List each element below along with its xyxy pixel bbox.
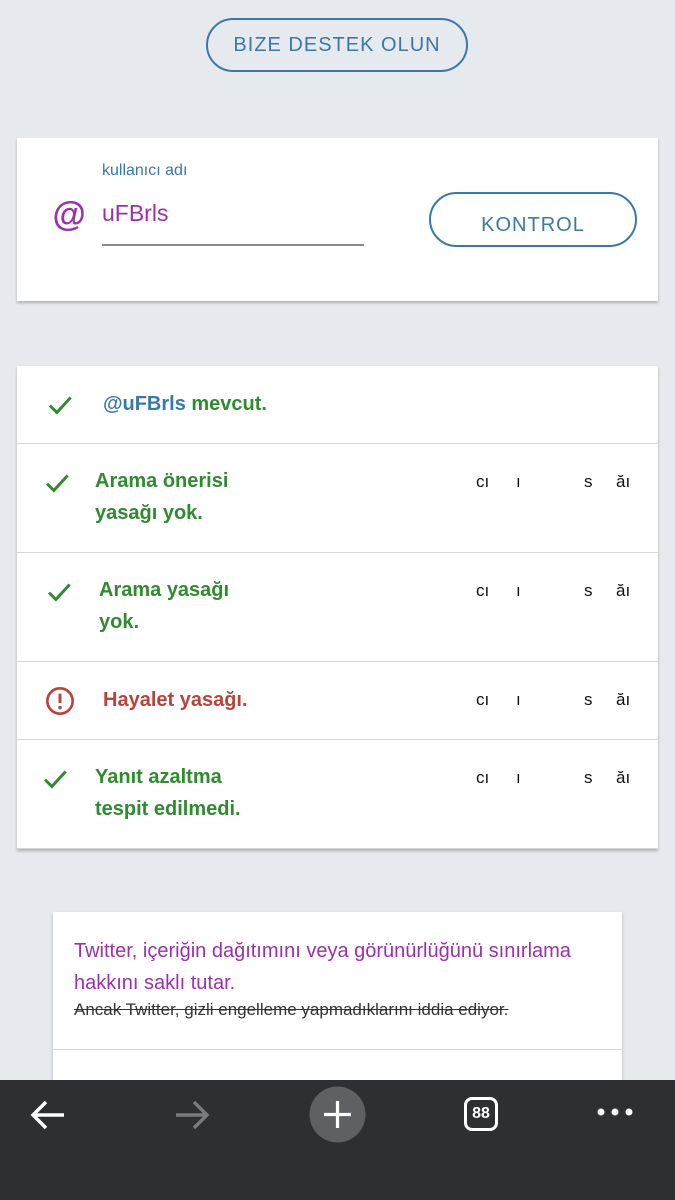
result-line1: Arama yasağı [99,579,230,601]
username-input-underline [102,244,364,246]
check-icon [43,770,67,789]
exists-handle: @uFBrls [103,393,186,415]
result-line1: Hayalet yasağı. [103,689,248,711]
more-menu-icon[interactable] [597,1105,635,1119]
check-button[interactable]: KONTROL [429,192,637,247]
check-icon [45,474,69,493]
result-columns: cı ı s ăı [476,581,631,600]
forward-arrow-icon[interactable] [172,1097,212,1133]
new-tab-plus-icon[interactable] [309,1086,366,1143]
warning-icon [46,687,74,715]
result-row-search-ban: Arama yasağı yok. cı ı s ăı [17,553,658,662]
username-label: kullanıcı adı [102,162,188,179]
result-line2: yasağı yok. [95,502,203,524]
exists-text: mevcut. [185,393,267,415]
info-text: Twitter, içeriğin dağıtımını veya görünü… [74,940,571,994]
result-row-ghost-ban: Hayalet yasağı. cı ı s ăı [17,662,658,740]
info-divider [53,1049,622,1050]
result-line2: tespit edilmedi. [95,798,241,820]
tab-count-button[interactable]: 88 [464,1097,498,1131]
support-button[interactable]: BIZE DESTEK OLUN [206,18,468,72]
check-icon [47,583,71,602]
back-arrow-icon[interactable] [28,1097,68,1133]
result-line1: Arama önerisi [95,470,229,492]
result-line2: yok. [99,611,140,633]
username-input[interactable]: uFBrls [102,200,168,227]
info-strikethrough-text: Ancak Twitter, gizli engelleme yapmadıkl… [74,1000,509,1019]
at-icon: @ [52,196,86,234]
check-icon [48,396,72,415]
result-line1: Yanıt azaltma [95,766,222,788]
result-row-search-suggestion-ban: Arama önerisi yasağı yok. cı ı s ăı [17,444,658,553]
result-columns: cı ı s ăı [476,690,631,709]
result-row-exists: @uFBrls mevcut. [17,366,658,444]
result-columns: cı ı s ăı [476,768,631,787]
result-row-reply-deboosting: Yanıt azaltma tespit edilmedi. cı ı s ăı [17,740,658,849]
result-columns: cı ı s ăı [476,472,631,491]
